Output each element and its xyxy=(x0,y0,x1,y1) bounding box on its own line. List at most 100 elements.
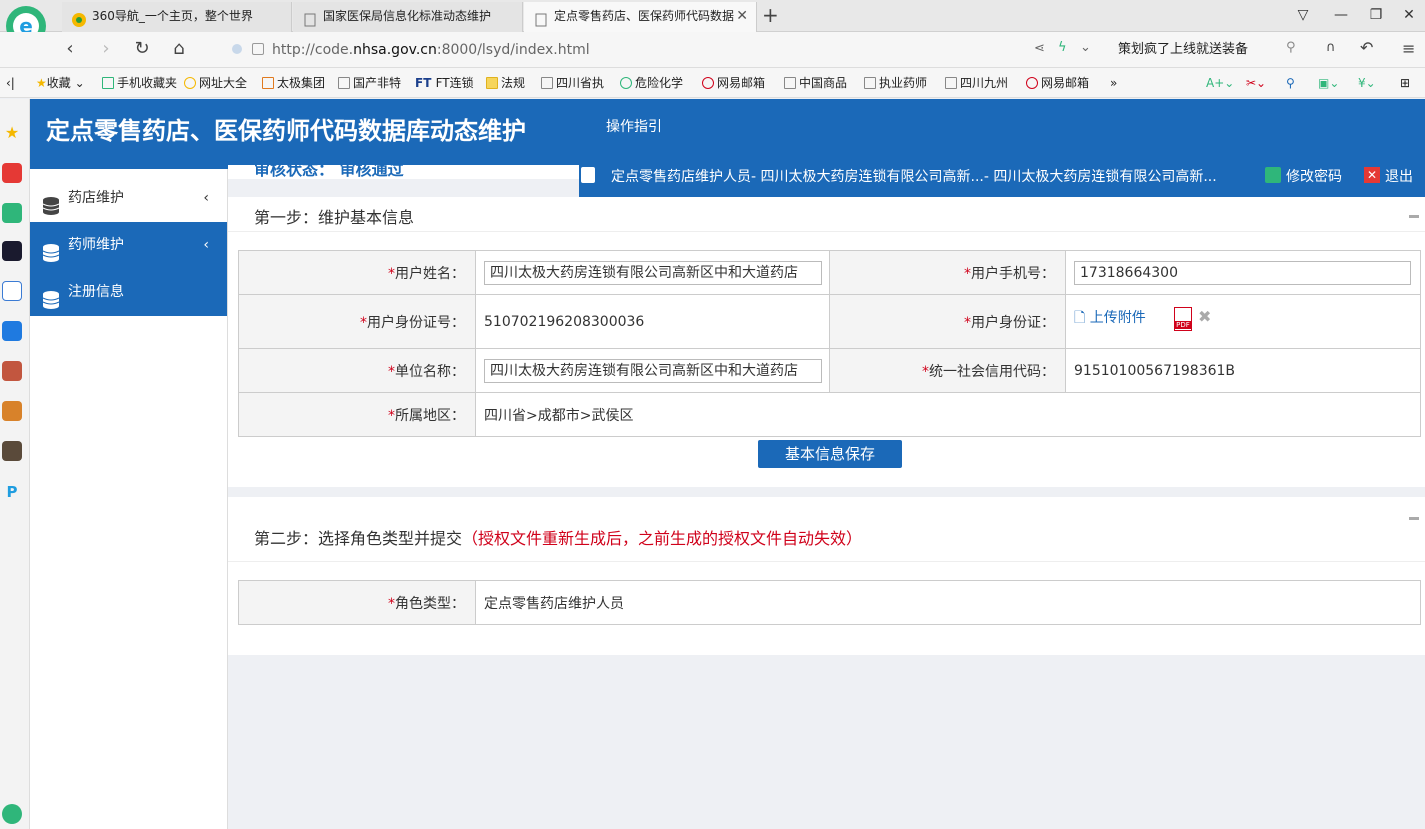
bookmark-taiji[interactable]: 太极集团 xyxy=(262,75,325,91)
close-tab-icon[interactable]: ✕ xyxy=(736,2,748,30)
minimize-icon[interactable]: — xyxy=(1330,4,1352,26)
nav-label: 药师维护 xyxy=(68,237,124,253)
logout-link[interactable]: 退出 xyxy=(1385,166,1413,186)
game-battle-icon[interactable] xyxy=(2,441,22,461)
news-icon[interactable] xyxy=(2,241,22,261)
user-icon xyxy=(581,167,595,183)
region-value: 四川省>成都市>武侯区 xyxy=(475,392,1421,437)
security-icon[interactable] xyxy=(232,44,242,54)
chat-icon[interactable] xyxy=(2,321,22,341)
refresh-icon[interactable]: ↻ xyxy=(130,38,154,62)
org-name-input[interactable]: 四川太极大药房连锁有限公司高新区中和大道药店 xyxy=(484,358,822,383)
home-icon[interactable]: ⌂ xyxy=(167,38,191,62)
assistant-icon[interactable] xyxy=(2,804,22,824)
role-type-value[interactable]: 定点零售药店维护人员 xyxy=(475,580,1421,625)
apps-grid-icon[interactable]: ⊞ xyxy=(1400,75,1410,91)
operation-guide-link[interactable]: 操作指引 xyxy=(606,116,662,136)
search-icon[interactable]: ⚲ xyxy=(1286,40,1296,55)
database-icon xyxy=(42,189,60,215)
tab-360-nav[interactable]: 360导航_一个主页，整个世界 xyxy=(62,2,292,32)
database-icon xyxy=(42,283,60,309)
shirt-skin-icon[interactable]: ▽ xyxy=(1292,4,1314,26)
nav-item-pharmacist[interactable]: 药师维护 ‹ xyxy=(30,222,227,269)
logout-icon: ✕ xyxy=(1364,167,1380,183)
app-title: 定点零售药店、医保药师代码数据库动态维护 xyxy=(46,117,526,145)
chevron-left-icon: ‹ xyxy=(203,237,209,253)
user-strip: 定点零售药店维护人员- 四川太极大药房连锁有限公司高新...- 四川太极大药房连… xyxy=(579,158,1425,198)
headset-icon[interactable]: ∩ xyxy=(1326,40,1336,55)
bookmark-toggle-icon[interactable]: ‹| xyxy=(6,75,15,91)
change-password-link[interactable]: 修改密码 xyxy=(1286,166,1342,186)
game-character-icon[interactable] xyxy=(2,361,22,381)
bookmark-mobile[interactable]: 手机收藏夹 xyxy=(102,75,177,91)
bookmark-163-mail-2[interactable]: 网易邮箱 xyxy=(1026,75,1089,91)
phone-input[interactable]: 17318664300 xyxy=(1074,260,1411,285)
scissors-icon[interactable]: ✂⌄ xyxy=(1246,75,1266,91)
collapse-icon[interactable] xyxy=(1409,215,1419,218)
mail-icon[interactable] xyxy=(2,203,22,223)
bookmark-sichuan-practice[interactable]: 四川省执 xyxy=(541,75,604,91)
lock-icon xyxy=(1265,167,1281,183)
nav-item-pharmacy[interactable]: 药店维护 ‹ xyxy=(30,175,227,222)
favorites-star-icon[interactable]: ★ xyxy=(2,123,22,143)
bookmark-sichuan-jiuzhou[interactable]: 四川九州 xyxy=(945,75,1008,91)
user-name-input[interactable]: 四川太极大药房连锁有限公司高新区中和大道药店 xyxy=(484,260,822,285)
audit-status: 审核状态： 审核通过 xyxy=(254,165,404,179)
user-name-label: *用户姓名： xyxy=(238,250,476,295)
org-name-label: *单位名称： xyxy=(238,348,476,393)
tab-current-page[interactable]: 定点零售药店、医保药师代码数据 ✕ xyxy=(524,2,757,32)
credit-code-label: *统一社会信用代码： xyxy=(829,348,1066,393)
word-doc-icon[interactable] xyxy=(2,281,22,301)
new-tab-button[interactable]: + xyxy=(762,3,779,27)
close-window-icon[interactable]: ✕ xyxy=(1398,4,1420,26)
pdf-file-icon[interactable]: PDF xyxy=(1174,307,1192,331)
bookmark-pharmacist[interactable]: 执业药师 xyxy=(864,75,927,91)
chevron-left-icon: ‹ xyxy=(203,190,209,206)
nav-item-registration[interactable]: 注册信息 xyxy=(30,269,227,316)
back-icon[interactable]: ‹ xyxy=(58,38,82,62)
bookmark-163-mail[interactable]: 网易邮箱 xyxy=(702,75,765,91)
pdf-text: PDF xyxy=(1175,321,1191,329)
bookmark-domestic[interactable]: 国产非特 xyxy=(338,75,401,91)
weibo-icon[interactable] xyxy=(2,163,22,183)
bookmark-favorites[interactable]: ★收藏 ⌄ xyxy=(36,75,85,91)
restore-icon[interactable]: ❐ xyxy=(1365,4,1387,26)
currency-icon[interactable]: ¥⌄ xyxy=(1358,75,1376,91)
menu-icon[interactable]: ≡ xyxy=(1402,39,1415,58)
pinyin-icon[interactable]: P xyxy=(2,483,22,503)
collapse-icon[interactable] xyxy=(1409,517,1419,520)
upload-attachment-link[interactable]: 🗋 上传附件 xyxy=(1074,307,1146,331)
translate-icon[interactable]: A+⌄ xyxy=(1206,75,1234,91)
role-table: *角色类型： 定点零售药店维护人员 xyxy=(238,580,1421,625)
status-line-clipped: 审核状态： 审核通过 xyxy=(228,165,588,179)
undo-icon[interactable]: ↶ xyxy=(1360,38,1373,57)
bookmark-china-goods[interactable]: 中国商品 xyxy=(784,75,847,91)
save-basic-info-button[interactable]: 基本信息保存 xyxy=(758,440,902,468)
user-info: 定点零售药店维护人员- 四川太极大药房连锁有限公司高新...- 四川太极大药房连… xyxy=(611,169,1217,185)
bookmark-ft-chain[interactable]: FT FT连锁 xyxy=(415,75,474,91)
forward-icon[interactable]: › xyxy=(94,38,118,62)
nav-label: 注册信息 xyxy=(68,284,124,300)
id-number-value: 510702196208300036 xyxy=(475,294,830,349)
game-icon[interactable]: ▣⌄ xyxy=(1318,75,1339,91)
search-suggestion[interactable]: 策划疯了上线就送装备 xyxy=(1118,40,1248,60)
tab-nhsa-standard[interactable]: 国家医保局信息化标准动态维护 xyxy=(293,2,523,32)
speed-icon[interactable]: ϟ xyxy=(1058,40,1067,55)
magnifier-icon[interactable]: ⚲ xyxy=(1286,75,1295,91)
share-icon[interactable]: ⋖ xyxy=(1034,41,1045,56)
game-warrior-icon[interactable] xyxy=(2,401,22,421)
save-row: 基本信息保存 xyxy=(228,432,1425,482)
divider xyxy=(228,231,1425,232)
step2-title: 第二步：选择角色类型并提交（授权文件重新生成后，之前生成的授权文件自动失效） xyxy=(254,529,863,548)
more-bookmarks-icon[interactable]: » xyxy=(1110,75,1117,91)
tab-label: 国家医保局信息化标准动态维护 xyxy=(323,9,492,23)
bookmark-hazard-chem[interactable]: 危险化学 xyxy=(620,75,683,91)
delete-attachment-icon[interactable]: ✖ xyxy=(1198,307,1211,326)
bookmark-law[interactable]: 法规 xyxy=(486,75,525,91)
credit-code-value: 91510100567198361B xyxy=(1065,348,1421,393)
dropdown-icon[interactable]: ⌄ xyxy=(1080,40,1091,55)
url-input[interactable]: http://code.nhsa.gov.cn:8000/lsyd/index.… xyxy=(272,40,590,60)
bookmark-site-nav[interactable]: 网址大全 xyxy=(184,75,247,91)
insecure-lock-icon[interactable] xyxy=(252,43,264,55)
nav-label: 药店维护 xyxy=(68,190,124,206)
